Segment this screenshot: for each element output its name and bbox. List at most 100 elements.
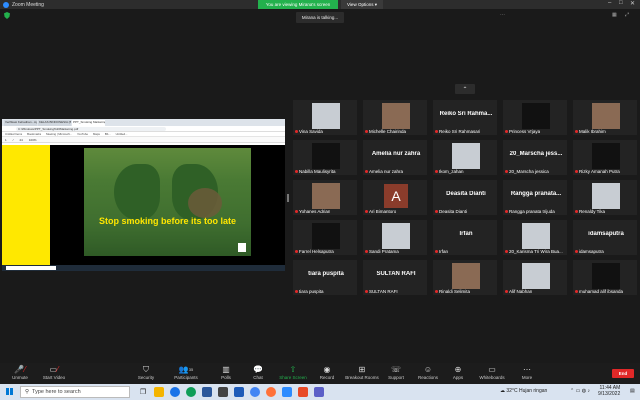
close-icon[interactable]: ✕ [630, 0, 635, 7]
notification-icon[interactable]: ▤ [630, 388, 635, 394]
microphone-muted-icon [575, 210, 578, 213]
tray-icons[interactable]: ⌃ ▭ ◍ ♪ [570, 388, 590, 394]
participant-name-label: Rangga pranata trijuda [505, 209, 555, 214]
participant-tile[interactable]: Rinaldi Selimita [432, 259, 498, 296]
whiteboards-button[interactable]: ▭ Whiteboards [472, 365, 512, 380]
taskbar-search-placeholder: Type here to search [32, 389, 81, 395]
start-video-button[interactable]: ▭⁄ Start Video [34, 365, 74, 380]
file-explorer-icon[interactable] [154, 387, 164, 397]
participant-tile[interactable]: SULTAN RAFI SULTAN RAFI [362, 259, 428, 296]
start-video-label: Start Video [42, 375, 66, 380]
shared-screen: Verifikasi Kehadiran - Agenda P... KELAS… [2, 119, 285, 271]
fullscreen-icon[interactable]: ⤢ [625, 12, 629, 18]
layout-dots-icon[interactable]: ⋯ [500, 12, 505, 18]
chrome-app-icon[interactable] [250, 387, 260, 397]
participant-name: Michelle Chairinda [369, 129, 407, 134]
participant-tile[interactable]: Amelia nur zahra Amelia nur zahra [362, 139, 428, 176]
participant-display-name: Deasita Dianti [446, 191, 486, 197]
participant-tile[interactable]: Malik Ibrahim [572, 99, 638, 136]
slide-title: Stop smoking before its too late [98, 216, 236, 226]
microphone-muted-icon [505, 290, 508, 293]
firefox-icon[interactable] [266, 387, 276, 397]
participant-tile[interactable]: Yohanes Adrian [292, 179, 358, 216]
windows-taskbar: ⚲ Type here to search ❐ ☁ 32°C Hujan rin… [0, 384, 640, 400]
participant-tile[interactable]: Alif Nabhan [502, 259, 568, 296]
speaker-view-icon[interactable]: ▦ [612, 12, 617, 18]
weather-widget[interactable]: ☁ 32°C Hujan ringan [500, 388, 547, 394]
participant-video [312, 143, 340, 169]
participant-tile[interactable]: Reiko Sri Rahma... Reiko Sri Rahmasari [432, 99, 498, 136]
split-handle[interactable] [287, 194, 289, 202]
microphone-muted-icon [295, 290, 298, 293]
participant-name-label: Vina Savida [295, 129, 323, 134]
chat-button[interactable]: 💬 Chat [238, 365, 278, 380]
participant-video [452, 143, 480, 169]
security-shield-icon[interactable] [4, 12, 10, 19]
end-meeting-button[interactable]: End [612, 369, 634, 378]
participant-video [452, 263, 480, 289]
more-icon: ⋯ [523, 365, 531, 374]
pdf-sep: / [12, 137, 14, 142]
shield-icon: ⛉ [143, 365, 149, 374]
slide-side-panel [2, 145, 50, 265]
participant-video [312, 103, 340, 129]
participant-tile[interactable]: Rangga pranata... Rangga pranata trijuda [502, 179, 568, 216]
participant-tile[interactable]: Sandi Pratama [362, 219, 428, 256]
chrome-browser-icon[interactable] [186, 387, 196, 397]
teams-app-icon[interactable] [314, 387, 324, 397]
participant-tile[interactable]: Farrel Helsaputra [292, 219, 358, 256]
participants-button[interactable]: 👥35 Participants [166, 365, 206, 380]
participant-video [592, 183, 620, 209]
participant-tile[interactable]: Irfan Irfan [432, 219, 498, 256]
search-icon: ⚲ [25, 389, 30, 395]
participant-tile[interactable]: A Ari Bimantoro [362, 179, 428, 216]
participant-name-label: 20_Marscha jessica [505, 169, 549, 174]
windows-start-icon[interactable] [6, 388, 13, 395]
participant-name-label: Farrel Helsaputra [295, 249, 334, 254]
maximize-icon[interactable]: □ [619, 0, 623, 6]
participant-video [312, 183, 340, 209]
taskbar-search-box[interactable]: ⚲ Type here to search [20, 386, 130, 398]
participant-tile[interactable]: tiara puspita tiara puspita [292, 259, 358, 296]
participant-tile[interactable]: Nabilla Maulisyrita [292, 139, 358, 176]
participant-name-label: Nabilla Maulisyrita [295, 169, 336, 174]
participant-name: Rinaldi Selimita [439, 289, 471, 294]
powerpoint-app-icon[interactable] [298, 387, 308, 397]
participant-tile[interactable]: idamsaputra idamsaputra [572, 219, 638, 256]
participant-name-label: Amelia nur zahra [365, 169, 403, 174]
minimize-icon[interactable]: – [608, 0, 611, 6]
participant-name-label: tiara puspita [295, 289, 324, 294]
store-app-icon[interactable] [218, 387, 228, 397]
task-view-icon[interactable]: ❐ [138, 387, 148, 397]
participant-tile[interactable]: Vina Savida [292, 99, 358, 136]
gallery-scroll-up-button[interactable]: ⌃ [455, 84, 475, 94]
microphone-muted-icon [365, 130, 368, 133]
participant-name: 20_Karisma Tri Wira Bua... [509, 249, 563, 254]
participant-tile[interactable]: Ikom_zahan [432, 139, 498, 176]
participant-tile[interactable]: Renaldy Tika [572, 179, 638, 216]
participant-tile[interactable]: Deasita Dianti Deasita Dianti [432, 179, 498, 216]
bookmark-item: Bb... [104, 132, 111, 136]
burned-area-shape [188, 188, 222, 218]
browser-tabs: Verifikasi Kehadiran - Agenda P... KELAS… [2, 119, 285, 126]
pdf-zoom: 100% [28, 137, 37, 142]
record-button[interactable]: ◉ Record [307, 365, 347, 380]
participant-name: Ikom_zahan [439, 169, 464, 174]
participant-tile[interactable]: 20_Marscha jess... 20_Marscha jessica [502, 139, 568, 176]
participant-tile[interactable]: Rizky Amanah Putra [572, 139, 638, 176]
view-options-button[interactable]: View Options ▾ [341, 0, 383, 9]
participant-name: muhamad alif ibsanda [579, 289, 624, 294]
mail-app-icon[interactable] [234, 387, 244, 397]
participant-tile[interactable]: 20_Karisma Tri Wira Bua... [502, 219, 568, 256]
clock[interactable]: 11:44 AM 9/13/2022 [598, 385, 620, 397]
participant-tile[interactable]: Princess Vrjaya [502, 99, 568, 136]
participant-name-label: 20_Karisma Tri Wira Bua... [505, 249, 563, 254]
participant-tile[interactable]: muhamad alif ibsanda [572, 259, 638, 296]
more-button[interactable]: ⋯ More [507, 365, 547, 380]
shared-search-box [6, 266, 56, 270]
word-app-icon[interactable] [202, 387, 212, 397]
zoom-taskbar-icon[interactable] [282, 387, 292, 397]
edge-browser-icon[interactable] [170, 387, 180, 397]
participant-tile[interactable]: Michelle Chairinda [362, 99, 428, 136]
security-button[interactable]: ⛉ Security [126, 365, 166, 380]
